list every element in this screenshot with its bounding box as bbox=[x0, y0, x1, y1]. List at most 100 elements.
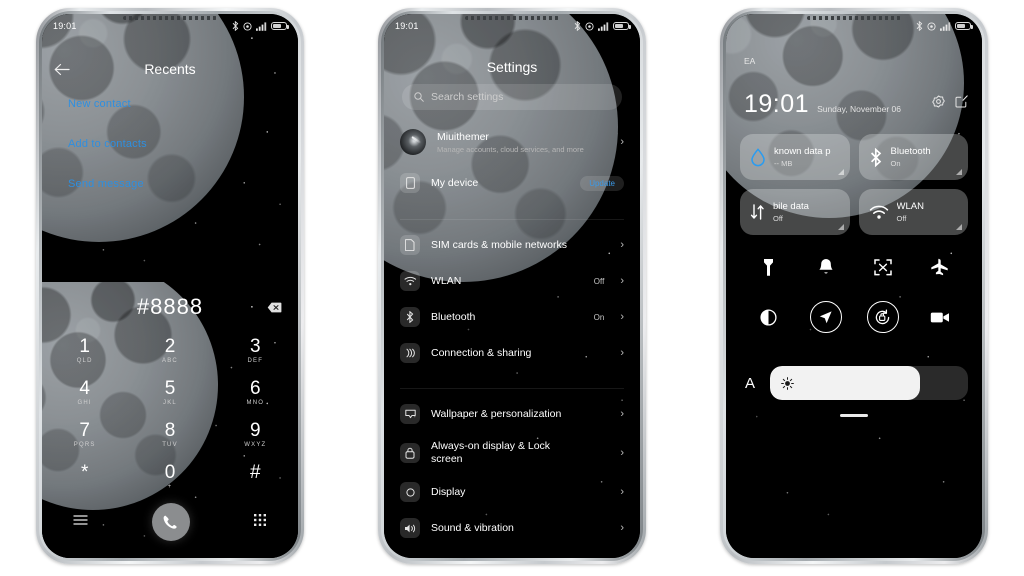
location-icon[interactable] bbox=[809, 300, 842, 334]
dial-key-digit: * bbox=[80, 462, 89, 483]
dial-key-sub: PQRS bbox=[73, 442, 96, 448]
dial-key-4[interactable]: 4 GHI bbox=[42, 376, 127, 410]
backspace-icon[interactable] bbox=[267, 300, 282, 318]
search-settings-input[interactable]: Search settings bbox=[402, 84, 622, 110]
link-add-to-contacts[interactable]: Add to contacts bbox=[68, 138, 147, 150]
settings-row-bluetooth[interactable]: Bluetooth On › bbox=[384, 299, 640, 335]
dial-key-5[interactable]: 5 JKL bbox=[127, 376, 212, 410]
search-icon bbox=[414, 92, 424, 102]
phone-2-screen: 19:01 Settings Search settings Miuitheme… bbox=[384, 14, 640, 558]
recents-action-links: New contact Add to contacts Send message bbox=[68, 98, 147, 218]
auto-rotate-icon[interactable] bbox=[866, 300, 899, 334]
battery-icon bbox=[271, 22, 289, 30]
settings-row-sound-vibration[interactable]: Sound & vibration › bbox=[384, 510, 640, 546]
tile-title: bile data bbox=[773, 201, 809, 212]
tile-bluetooth[interactable]: Bluetooth On bbox=[858, 134, 968, 180]
clock-date: Sunday, November 06 bbox=[817, 104, 902, 114]
dial-key-8[interactable]: 8 TUV bbox=[127, 418, 212, 452]
bell-icon[interactable] bbox=[818, 250, 834, 284]
dark-mode-icon[interactable] bbox=[760, 300, 777, 334]
dialer-bottom-bar bbox=[42, 500, 298, 544]
dial-key-sub bbox=[213, 484, 298, 491]
dial-key-7[interactable]: 7 PQRS bbox=[42, 418, 127, 452]
keypad-grid-icon[interactable] bbox=[253, 513, 267, 532]
settings-row-label: Display bbox=[431, 485, 466, 498]
alarm-icon bbox=[927, 21, 936, 31]
dial-key-digit: 9 bbox=[250, 420, 261, 441]
dial-key-0[interactable]: 0 + bbox=[127, 460, 212, 494]
account-avatar bbox=[400, 129, 426, 155]
location-ring bbox=[809, 301, 842, 333]
data-usage-icon bbox=[751, 147, 765, 166]
header-action-icons bbox=[932, 95, 968, 117]
brightness-row: A bbox=[740, 366, 968, 400]
dial-key-6[interactable]: 6 MNO bbox=[213, 376, 298, 410]
bluetooth-icon bbox=[232, 21, 239, 31]
settings-row-label: Connection & sharing bbox=[431, 346, 532, 359]
phone-device-1: 19:01 Recents New contact Add to contact… bbox=[36, 8, 304, 564]
settings-row-value: Off bbox=[593, 276, 605, 286]
chevron-right-icon: › bbox=[620, 239, 624, 251]
edit-icon[interactable] bbox=[955, 95, 968, 113]
signal-icon bbox=[598, 21, 609, 31]
page-title: Recents bbox=[144, 61, 196, 77]
screenshot-stage: 19:01 Recents New contact Add to contact… bbox=[0, 0, 1024, 576]
tile-expand-corner[interactable] bbox=[956, 224, 962, 230]
tile-mobile-data[interactable]: bile data Off bbox=[740, 189, 850, 235]
account-subtitle: Manage accounts, cloud services, and mor… bbox=[437, 144, 584, 154]
auto-rotate-ring bbox=[866, 301, 899, 333]
display-icon bbox=[400, 482, 420, 502]
link-send-message[interactable]: Send message bbox=[68, 178, 147, 190]
tile-expand-corner[interactable] bbox=[837, 224, 844, 230]
battery-icon bbox=[613, 22, 631, 30]
brightness-slider[interactable] bbox=[770, 366, 968, 400]
settings-row-my-device[interactable]: My device Update bbox=[384, 164, 640, 202]
settings-row-account[interactable]: Miuithemer Manage accounts, cloud servic… bbox=[384, 120, 640, 164]
bluetooth-icon bbox=[400, 307, 420, 327]
dial-key-9[interactable]: 9 WXYZ bbox=[213, 418, 298, 452]
auto-brightness-label[interactable]: A bbox=[740, 375, 760, 392]
settings-row-display[interactable]: Display › bbox=[384, 474, 640, 510]
screen-record-icon[interactable] bbox=[930, 300, 950, 334]
dial-key-1[interactable]: 1 QLD bbox=[42, 334, 127, 368]
dial-key-sub bbox=[42, 484, 127, 491]
settings-row-wlan[interactable]: WLAN Off › bbox=[384, 263, 640, 299]
chevron-right-icon: › bbox=[620, 275, 624, 287]
chevron-right-icon: › bbox=[620, 347, 624, 359]
tile-expand-corner[interactable] bbox=[837, 169, 844, 175]
phone-1-screen: 19:01 Recents New contact Add to contact… bbox=[42, 14, 298, 558]
dial-key-3[interactable]: 3 DEF bbox=[213, 334, 298, 368]
control-center-container: EA 19:01 Sunday, November 06 known data … bbox=[726, 14, 982, 558]
tile-data-usage[interactable]: known data p -- MB bbox=[740, 134, 850, 180]
tile-wlan[interactable]: WLAN Off bbox=[858, 189, 968, 235]
dial-key-hash[interactable]: # bbox=[213, 460, 298, 494]
drag-handle[interactable] bbox=[840, 414, 868, 417]
settings-gear-icon[interactable] bbox=[932, 95, 945, 113]
dial-key-sub: DEF bbox=[247, 358, 264, 364]
screenshot-icon[interactable] bbox=[873, 250, 892, 284]
settings-row-wallpaper[interactable]: Wallpaper & personalization › bbox=[384, 396, 640, 432]
link-new-contact[interactable]: New contact bbox=[68, 98, 147, 110]
dial-key-star[interactable]: * bbox=[42, 460, 127, 494]
call-button[interactable] bbox=[151, 503, 190, 541]
search-placeholder: Search settings bbox=[431, 91, 504, 103]
flashlight-icon[interactable] bbox=[762, 250, 775, 284]
menu-icon[interactable] bbox=[73, 513, 89, 531]
dial-key-digit: 0 bbox=[164, 462, 176, 483]
settings-row-label: Bluetooth bbox=[431, 310, 476, 323]
dial-key-digit: 3 bbox=[250, 336, 261, 357]
tile-subtitle: On bbox=[890, 159, 901, 168]
tile-expand-corner[interactable] bbox=[956, 169, 962, 175]
airplane-mode-icon[interactable] bbox=[930, 250, 949, 284]
dial-key-2[interactable]: 2 ABC bbox=[127, 334, 212, 368]
update-badge[interactable]: Update bbox=[580, 175, 624, 191]
account-name: Miuithemer bbox=[437, 130, 489, 143]
earpiece-speaker bbox=[123, 16, 217, 20]
status-bar-icons bbox=[574, 21, 631, 31]
settings-row-value: On bbox=[593, 312, 605, 322]
divider bbox=[400, 219, 624, 220]
settings-row-connection-sharing[interactable]: Connection & sharing › bbox=[384, 335, 640, 371]
chevron-right-icon: › bbox=[620, 522, 624, 534]
settings-row-sim-cards[interactable]: SIM cards & mobile networks › bbox=[384, 227, 640, 263]
settings-row-always-on-display[interactable]: Always-on display & Lock screen › bbox=[384, 432, 640, 474]
